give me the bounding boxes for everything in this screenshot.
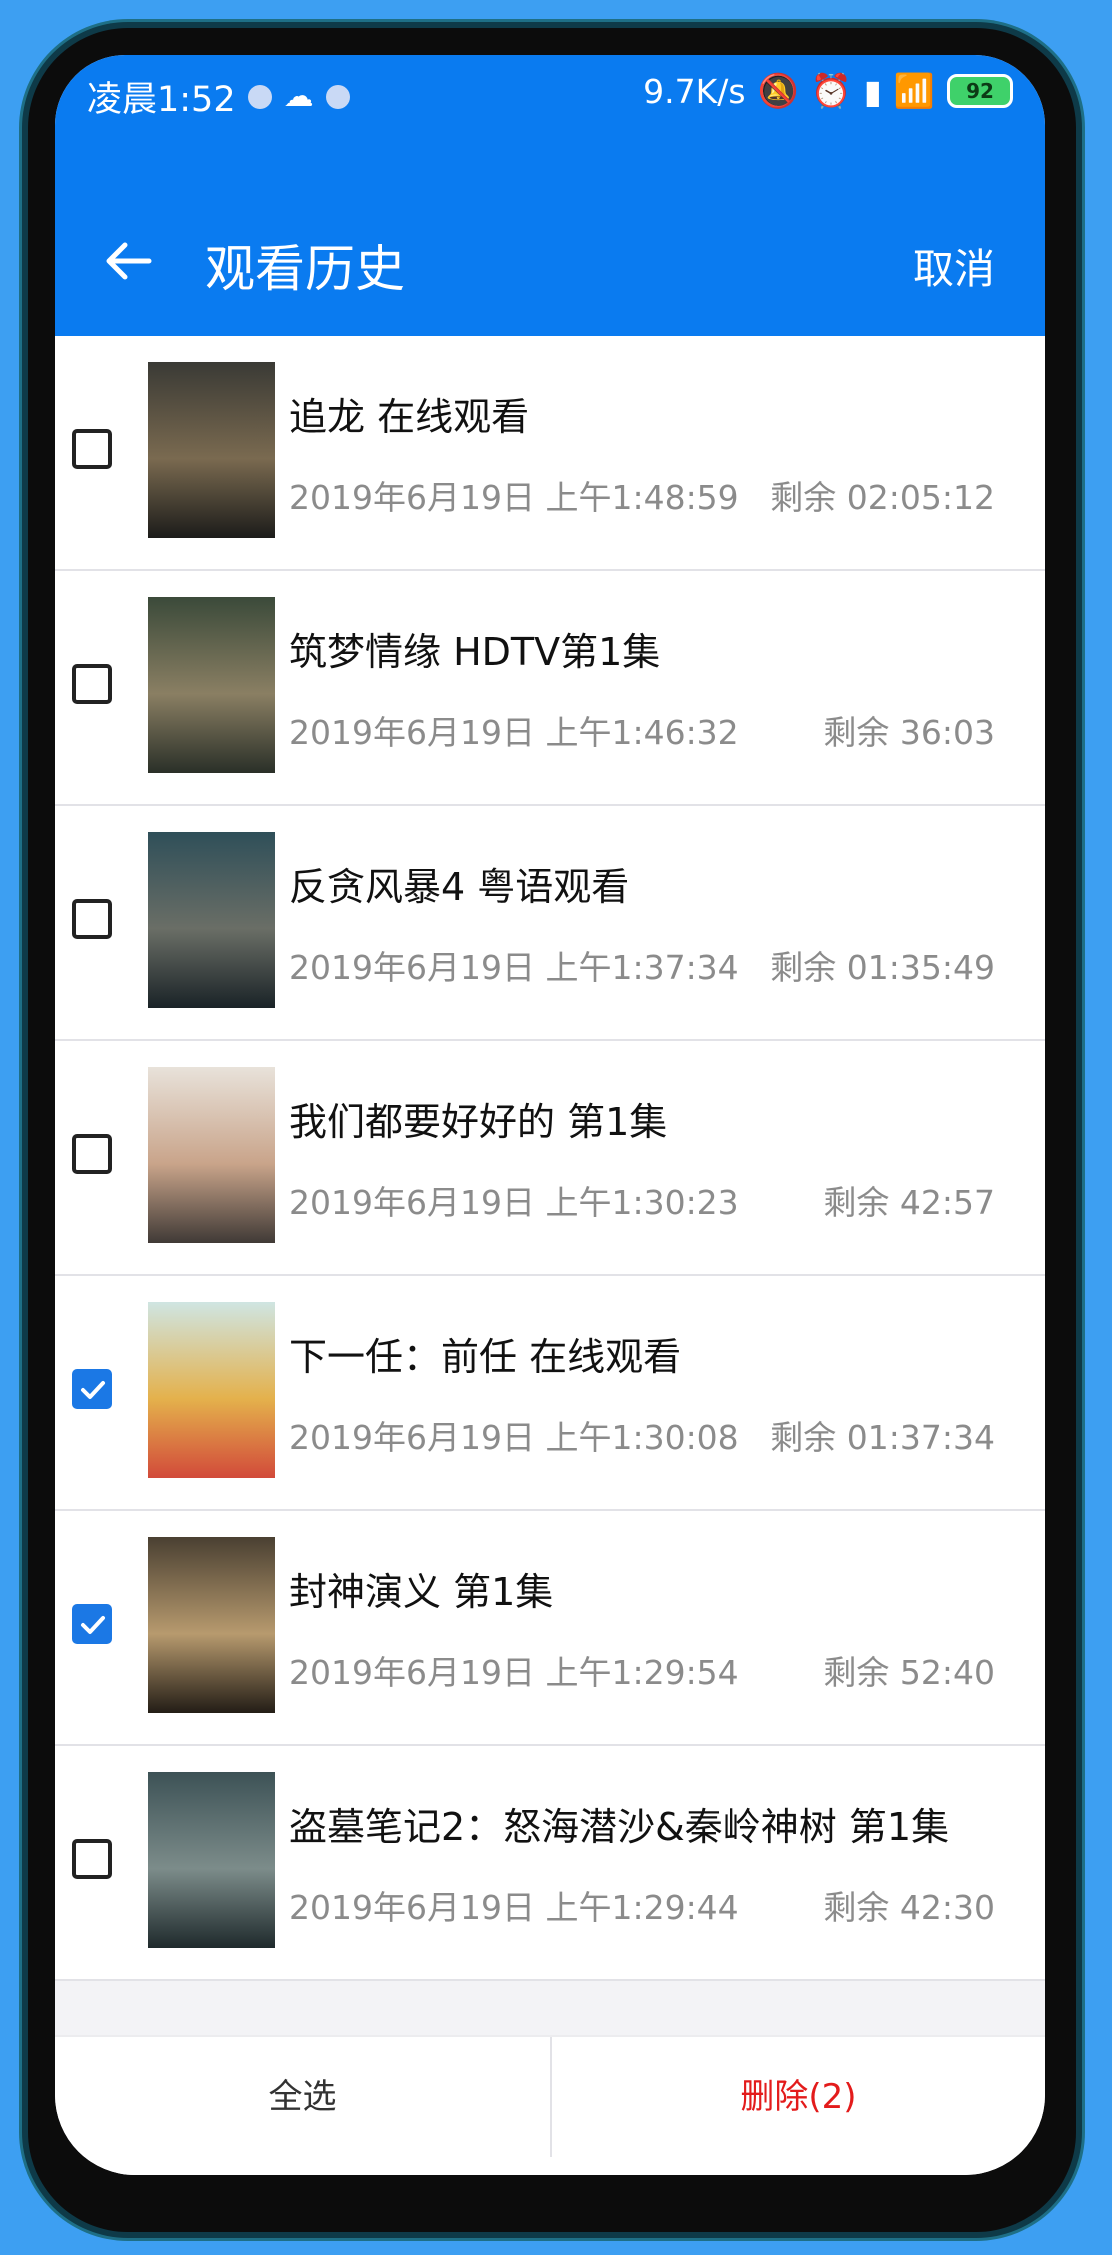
item-title: 下一任：前任 在线观看 [289, 1335, 682, 1379]
poster-thumbnail[interactable] [148, 1067, 275, 1243]
item-checkbox[interactable] [72, 1369, 112, 1409]
item-title: 筑梦情缘 HDTV第1集 [289, 630, 661, 674]
list-item[interactable]: 筑梦情缘 HDTV第1集 2019年6月19日 上午1:46:32 剩余 36:03 [55, 571, 1045, 806]
bottom-action-bar: 全选 删除(2) [55, 2035, 1045, 2175]
network-speed: 9.7K/s [643, 71, 746, 111]
item-date: 2019年6月19日 上午1:29:44 [289, 1888, 739, 1927]
item-date: 2019年6月19日 上午1:30:23 [289, 1183, 739, 1222]
page-title: 观看历史 [205, 240, 405, 298]
item-remaining: 剩余 42:57 [823, 1183, 995, 1222]
list-item[interactable]: 追龙 在线观看 2019年6月19日 上午1:48:59 剩余 02:05:12 [55, 336, 1045, 571]
status-time: 凌晨1:52 [87, 80, 236, 120]
bell-muted-icon: 🔕 [757, 71, 799, 110]
item-checkbox[interactable] [72, 899, 112, 939]
history-list: 追龙 在线观看 2019年6月19日 上午1:48:59 剩余 02:05:12 筑梦… [55, 336, 1045, 1981]
item-checkbox[interactable] [72, 664, 112, 704]
poster-thumbnail[interactable] [148, 1302, 275, 1478]
poster-thumbnail[interactable] [148, 832, 275, 1008]
list-item[interactable]: 下一任：前任 在线观看 2019年6月19日 上午1:30:08 剩余 01:37:… [55, 1276, 1045, 1511]
item-date: 2019年6月19日 上午1:46:32 [289, 713, 739, 752]
alarm-icon: ⏰ [810, 71, 852, 110]
item-remaining: 剩余 01:35:49 [770, 948, 995, 987]
check-icon [81, 1616, 105, 1634]
poster-thumbnail[interactable] [148, 597, 275, 773]
item-title: 反贪风暴4 粤语观看 [289, 865, 630, 909]
item-title: 封神演义 第1集 [289, 1570, 554, 1614]
item-checkbox[interactable] [72, 429, 112, 469]
notification-dot-icon [325, 84, 350, 109]
list-item[interactable]: 我们都要好好的 第1集 2019年6月19日 上午1:30:23 剩余 42:57 [55, 1041, 1045, 1276]
battery-icon: 92 [947, 74, 1013, 108]
screen: 凌晨1:52 ☁ 9.7K/s 🔕 ⏰ ▮ 📶 92 观看历史 取消 追龙 在线… [55, 55, 1045, 2175]
item-date: 2019年6月19日 上午1:48:59 [289, 478, 739, 517]
status-bar: 凌晨1:52 ☁ 9.7K/s 🔕 ⏰ ▮ 📶 92 [55, 55, 1045, 133]
select-all-button[interactable]: 全选 [55, 2037, 552, 2157]
item-checkbox[interactable] [72, 1134, 112, 1174]
item-date: 2019年6月19日 上午1:37:34 [289, 948, 739, 987]
list-item[interactable]: 封神演义 第1集 2019年6月19日 上午1:29:54 剩余 52:40 [55, 1511, 1045, 1746]
item-remaining: 剩余 01:37:34 [770, 1418, 995, 1457]
item-remaining: 剩余 52:40 [823, 1653, 995, 1692]
item-date: 2019年6月19日 上午1:30:08 [289, 1418, 739, 1457]
item-date: 2019年6月19日 上午1:29:54 [289, 1653, 739, 1692]
delete-button[interactable]: 删除(2) [552, 2037, 1045, 2157]
poster-thumbnail[interactable] [148, 1772, 275, 1948]
item-title: 盗墓笔记2：怒海潜沙&秦岭神树 第1集 [289, 1805, 950, 1849]
app-bar: 观看历史 取消 [55, 133, 1045, 336]
item-remaining: 剩余 42:30 [823, 1888, 995, 1927]
notification-dot-icon [247, 84, 272, 109]
check-icon [81, 1381, 105, 1399]
cloud-icon: ☁ [283, 79, 314, 114]
item-remaining: 剩余 36:03 [823, 713, 995, 752]
item-checkbox[interactable] [72, 1604, 112, 1644]
poster-thumbnail[interactable] [148, 1537, 275, 1713]
signal-icon: ▮ [863, 71, 882, 111]
poster-thumbnail[interactable] [148, 362, 275, 538]
status-left: 凌晨1:52 ☁ [87, 71, 350, 122]
item-title: 追龙 在线观看 [289, 395, 530, 439]
wifi-icon: 📶 [893, 71, 935, 110]
back-arrow-icon[interactable] [99, 231, 159, 291]
list-item[interactable]: 盗墓笔记2：怒海潜沙&秦岭神树 第1集 2019年6月19日 上午1:29:44 剩… [55, 1746, 1045, 1981]
item-remaining: 剩余 02:05:12 [770, 478, 995, 517]
item-title: 我们都要好好的 第1集 [289, 1100, 668, 1144]
status-right: 9.7K/s 🔕 ⏰ ▮ 📶 92 [643, 71, 1013, 111]
list-item[interactable]: 反贪风暴4 粤语观看 2019年6月19日 上午1:37:34 剩余 01:35:4… [55, 806, 1045, 1041]
item-checkbox[interactable] [72, 1839, 112, 1879]
cancel-button[interactable]: 取消 [913, 235, 995, 295]
